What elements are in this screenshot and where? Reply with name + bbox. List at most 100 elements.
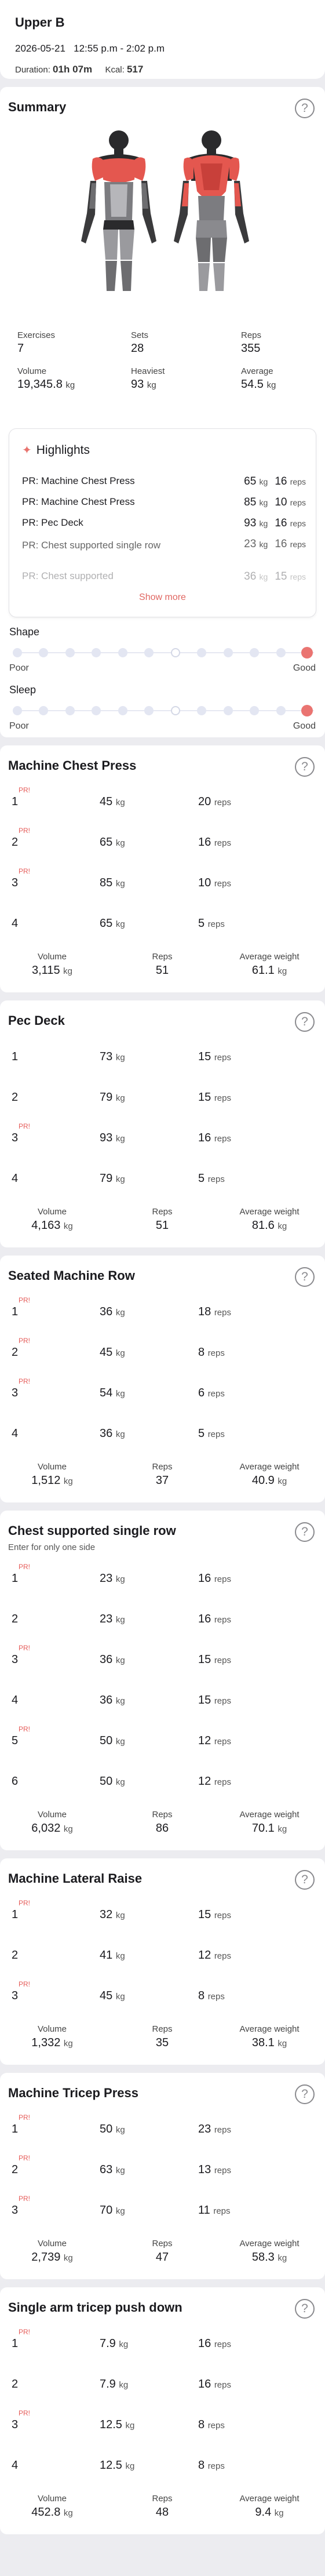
rating-dot[interactable] [13, 706, 22, 715]
set-number: 3 [12, 1653, 19, 1666]
help-icon[interactable]: ? [295, 2299, 315, 2319]
exercise-reps-total: Reps 48 [152, 2494, 173, 2519]
set-number: 3 [12, 2204, 19, 2217]
stat-average: Average 54.5 kg [241, 366, 276, 391]
set-weight: 79 kg [100, 1091, 125, 1104]
rating-scale[interactable] [13, 646, 314, 660]
help-icon[interactable]: ? [295, 2084, 315, 2104]
set-row[interactable]: PR! 2 63 kg 13 reps [0, 2153, 325, 2182]
set-row[interactable]: PR! 1 50 kg 23 reps [0, 2112, 325, 2141]
exercise-volume: Volume 3,115 kg [32, 952, 72, 977]
rating-dot[interactable] [92, 648, 101, 657]
set-row[interactable]: PR! 1 36 kg 18 reps [0, 1295, 325, 1324]
set-row[interactable]: 6 50 kg 12 reps [0, 1764, 325, 1793]
exercise-card: Machine Tricep Press? PR! 1 50 kg 23 reps PR!… [0, 2073, 325, 2279]
rating-dot[interactable] [171, 706, 180, 715]
rating-dot[interactable] [276, 648, 286, 657]
set-row[interactable]: 1 73 kg 15 reps [0, 1040, 325, 1069]
exercise-average-weight: Average weight 9.4 kg [239, 2494, 300, 2519]
rating-dot[interactable] [276, 706, 286, 715]
set-row[interactable]: 4 65 kg 5 reps [0, 907, 325, 936]
rating-dot[interactable] [144, 648, 154, 657]
set-row[interactable]: PR! 1 45 kg 20 reps [0, 785, 325, 814]
workout-date-time: 2026-05-21 12:55 p.m - 2:02 p.m [15, 43, 310, 54]
rating-dot[interactable] [197, 648, 206, 657]
set-row[interactable]: 2 41 kg 12 reps [0, 1938, 325, 1967]
help-icon[interactable]: ? [295, 1522, 315, 1542]
set-number: 4 [12, 2459, 19, 2472]
rating-dot[interactable] [171, 648, 180, 657]
rating-label: Shape [9, 626, 40, 638]
set-row[interactable]: PR! 1 32 kg 15 reps [0, 1898, 325, 1927]
exercise-volume: Volume 1,512 kg [31, 1462, 73, 1487]
rating-dot[interactable] [118, 706, 127, 715]
rating-dot[interactable] [301, 705, 313, 716]
rating-dot[interactable] [39, 706, 48, 715]
set-weight: 70 kg [100, 2204, 125, 2217]
exercise-reps-total: Reps 47 [152, 2239, 173, 2264]
set-row[interactable]: 2 79 kg 15 reps [0, 1080, 325, 1109]
set-reps: 6 reps [198, 1387, 225, 1399]
set-row[interactable]: PR! 3 36 kg 15 reps [0, 1643, 325, 1672]
rating-dot[interactable] [118, 648, 127, 657]
rating-dot[interactable] [144, 706, 154, 715]
rating-dot[interactable] [65, 648, 75, 657]
set-weight: 63 kg [100, 2163, 125, 2176]
exercise-volume: Volume 2,739 kg [31, 2239, 73, 2264]
help-icon[interactable]: ? [295, 1012, 315, 1032]
rating-dot[interactable] [301, 647, 313, 658]
set-row[interactable]: 4 79 kg 5 reps [0, 1162, 325, 1191]
rating-dot[interactable] [65, 706, 75, 715]
rating-dot[interactable] [250, 648, 259, 657]
show-more-link[interactable]: Show more [9, 592, 316, 603]
set-weight: 85 kg [100, 876, 125, 889]
set-row[interactable]: 4 36 kg 5 reps [0, 1417, 325, 1446]
set-number: 3 [12, 1387, 19, 1399]
set-weight: 50 kg [100, 2123, 125, 2135]
help-icon[interactable]: ? [295, 1870, 315, 1890]
set-number: 2 [12, 1949, 19, 1962]
rating-dot[interactable] [92, 706, 101, 715]
set-row[interactable]: PR! 3 12.5 kg 8 reps [0, 2408, 325, 2437]
set-row[interactable]: PR! 3 93 kg 16 reps [0, 1121, 325, 1150]
set-row[interactable]: PR! 3 54 kg 6 reps [0, 1376, 325, 1405]
set-row[interactable]: PR! 5 50 kg 12 reps [0, 1724, 325, 1753]
exercise-title: Machine Chest Press [8, 758, 137, 773]
exercise-reps-total: Reps 37 [152, 1462, 173, 1487]
help-icon[interactable]: ? [295, 757, 315, 777]
set-row[interactable]: 4 36 kg 15 reps [0, 1683, 325, 1712]
rating-scale[interactable] [13, 704, 314, 718]
set-weight: 45 kg [100, 1989, 125, 2002]
set-row[interactable]: 2 23 kg 16 reps [0, 1602, 325, 1631]
pr-badge: PR! [19, 827, 31, 835]
set-number: 2 [12, 1613, 19, 1625]
rating-dot[interactable] [39, 648, 48, 657]
set-row[interactable]: PR! 1 23 kg 16 reps [0, 1562, 325, 1591]
set-weight: 93 kg [100, 1131, 125, 1144]
set-reps: 5 reps [198, 917, 225, 930]
set-row[interactable]: PR! 1 7.9 kg 16 reps [0, 2327, 325, 2356]
set-row[interactable]: PR! 3 45 kg 8 reps [0, 1979, 325, 2008]
rating-dot[interactable] [197, 706, 206, 715]
set-row[interactable]: PR! 3 70 kg 11 reps [0, 2193, 325, 2222]
set-number: 4 [12, 1172, 19, 1185]
rating-dot[interactable] [250, 706, 259, 715]
set-row[interactable]: PR! 2 45 kg 8 reps [0, 1336, 325, 1365]
set-number: 1 [12, 1305, 19, 1318]
set-weight: 73 kg [100, 1050, 125, 1063]
rating-dot[interactable] [224, 648, 233, 657]
set-weight: 7.9 kg [100, 2378, 129, 2391]
set-row[interactable]: PR! 3 85 kg 10 reps [0, 866, 325, 895]
rating-dot[interactable] [224, 706, 233, 715]
set-reps: 16 reps [198, 1572, 231, 1585]
set-reps: 16 reps [198, 2378, 231, 2391]
set-reps: 15 reps [198, 1050, 231, 1063]
set-row[interactable]: PR! 2 65 kg 16 reps [0, 825, 325, 854]
set-row[interactable]: 4 12.5 kg 8 reps [0, 2448, 325, 2477]
help-icon[interactable]: ? [295, 1267, 315, 1287]
stat-volume: Volume 19,345.8 kg [17, 366, 75, 391]
set-row[interactable]: 2 7.9 kg 16 reps [0, 2367, 325, 2396]
rating-dot[interactable] [13, 648, 22, 657]
help-icon[interactable]: ? [295, 99, 315, 118]
set-reps: 16 reps [198, 1613, 231, 1625]
